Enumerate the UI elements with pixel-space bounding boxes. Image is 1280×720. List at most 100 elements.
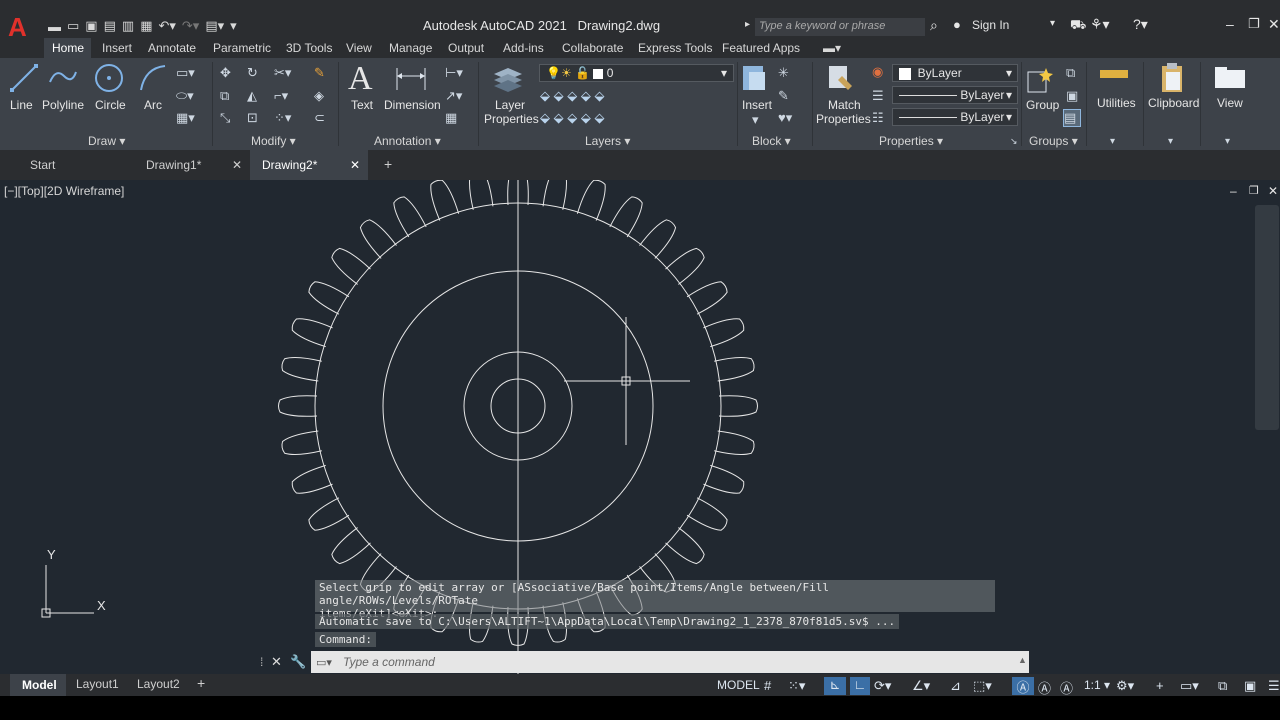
gear-tooth[interactable]	[389, 193, 427, 238]
customization-icon[interactable]: ☰	[1268, 678, 1280, 694]
gear-tooth-outline[interactable]	[305, 277, 350, 315]
layout-tab-layout1[interactable]: Layout1	[76, 677, 119, 691]
gear-tooth-outline[interactable]	[289, 464, 333, 497]
gear-tooth-outline[interactable]	[703, 464, 746, 497]
layout-tab-model[interactable]: Model	[10, 674, 66, 696]
grid-icon[interactable]: #	[764, 678, 771, 693]
hatch-icon[interactable]: ⬭▾	[176, 88, 194, 104]
insert-button[interactable]: Insert	[742, 98, 772, 112]
match-properties-button[interactable]: Match	[828, 98, 861, 112]
tab-manage[interactable]: Manage	[389, 41, 432, 55]
gear-tooth[interactable]	[665, 527, 708, 567]
text-button[interactable]: Text	[351, 98, 373, 112]
color-dropdown[interactable]: ByLayer ▾	[892, 64, 1018, 82]
annotation-panel-title[interactable]: Annotation ▾	[374, 134, 441, 148]
gear-tooth[interactable]	[686, 277, 731, 315]
close-window-icon[interactable]: ✕	[1268, 16, 1280, 33]
restore-window-icon[interactable]: ❐	[1248, 16, 1260, 32]
group-selection-icon[interactable]: ▤	[1063, 109, 1081, 127]
group-edit-icon[interactable]: ▣	[1066, 88, 1078, 104]
gear-tooth-outline[interactable]	[356, 216, 397, 259]
block-panel-title[interactable]: Block ▾	[752, 134, 791, 148]
circle-button[interactable]: Circle	[95, 98, 126, 112]
gear-tooth-outline[interactable]	[280, 430, 322, 458]
sign-in-dropdown-icon[interactable]: ▾	[1050, 18, 1055, 29]
gear-tooth[interactable]	[328, 244, 371, 285]
group-button[interactable]: Group	[1026, 98, 1059, 112]
gear-tooth-outline[interactable]	[714, 354, 755, 382]
gear-tooth-outline[interactable]	[609, 193, 647, 238]
object-snap-tracking-icon[interactable]: ∠▾	[912, 678, 930, 694]
gear-tooth-outline[interactable]	[686, 277, 731, 315]
properties-panel-title[interactable]: Properties ▾	[879, 134, 943, 148]
create-block-icon[interactable]: ✳	[778, 65, 789, 81]
gear-tooth-outline[interactable]	[305, 497, 350, 535]
linetype-dropdown[interactable]: ByLayer ▾	[892, 108, 1018, 126]
gear-tooth[interactable]	[639, 216, 679, 259]
open-file-icon[interactable]: ▭	[67, 18, 79, 34]
dimension-button[interactable]: Dimension	[384, 98, 441, 112]
circle-icon[interactable]	[93, 62, 125, 94]
workspace-switching-icon[interactable]: ⚙▾	[1116, 678, 1134, 694]
tab-view[interactable]: View	[346, 41, 372, 55]
tab-featured-apps[interactable]: Featured Apps	[722, 41, 800, 55]
gear-tooth[interactable]	[305, 497, 350, 535]
gradient-icon[interactable]: ▦▾	[176, 110, 195, 126]
gear-tooth[interactable]	[278, 395, 318, 417]
group-icon[interactable]	[1026, 64, 1056, 94]
layer-dropdown[interactable]: 💡☀ 🔓 0 ▾	[539, 64, 734, 82]
gear-tooth[interactable]	[426, 180, 460, 221]
layer-properties-label[interactable]: Properties	[484, 112, 539, 126]
sign-in-button[interactable]: Sign In	[972, 18, 1009, 32]
table-icon[interactable]: ▦	[445, 110, 457, 126]
tab-parametric[interactable]: Parametric	[213, 41, 271, 55]
layer-tools-row1-icon[interactable]: ⬙ ⬙ ⬙ ⬙ ⬙	[540, 88, 604, 104]
draw-panel-title[interactable]: Draw ▾	[88, 134, 125, 148]
gear-tooth-outline[interactable]	[714, 430, 755, 458]
clipboard-icon[interactable]	[1158, 62, 1186, 94]
view-dropdown-icon[interactable]: ▾	[1225, 136, 1230, 147]
layers-panel-title[interactable]: Layers ▾	[585, 134, 630, 148]
close-tab-icon[interactable]: ✕	[350, 158, 360, 172]
modify-panel-title[interactable]: Modify ▾	[251, 134, 296, 148]
tab-3d-tools[interactable]: 3D Tools	[286, 41, 332, 55]
close-command-line-icon[interactable]: ✕	[271, 654, 282, 670]
save-as-icon[interactable]: ▤	[104, 18, 116, 34]
tab-output[interactable]: Output	[448, 41, 484, 55]
gear-tooth-outline[interactable]	[686, 497, 731, 535]
tab-annotate[interactable]: Annotate	[148, 41, 196, 55]
lineweight-icon[interactable]: ☰	[872, 88, 884, 104]
new-layout-icon[interactable]: +	[197, 675, 205, 691]
viewport-minimize-icon[interactable]: –	[1230, 184, 1237, 198]
snap-icon[interactable]: ⁙▾	[788, 678, 805, 694]
tab-collaborate[interactable]: Collaborate	[562, 41, 623, 55]
autodesk-a360-icon[interactable]: ⚘▾	[1090, 16, 1110, 33]
gear-tooth[interactable]	[576, 180, 609, 221]
layout-tab-layout2[interactable]: Layout2	[137, 677, 180, 691]
viewport-close-icon[interactable]: ✕	[1268, 184, 1278, 198]
redo-icon[interactable]: ↷▾	[182, 18, 199, 34]
gear-tooth[interactable]	[280, 430, 322, 458]
tab-drawing2[interactable]: Drawing2* ✕	[250, 150, 368, 180]
object-snap-icon[interactable]: ⊿	[950, 678, 961, 694]
web-mobile-icon[interactable]: ▥	[122, 18, 134, 34]
insert-dropdown-icon[interactable]: ▾	[752, 112, 759, 128]
utilities-dropdown-icon[interactable]: ▾	[1110, 136, 1115, 147]
annotation-scale-dropdown[interactable]: 1:1 ▾	[1084, 678, 1110, 692]
layer-tools-row2-icon[interactable]: ⬙ ⬙ ⬙ ⬙ ⬙	[540, 110, 604, 126]
gear-tooth-outline[interactable]	[718, 395, 758, 417]
command-input[interactable]: Type a command	[311, 651, 1029, 673]
view-icon[interactable]	[1214, 66, 1246, 90]
stretch-icon[interactable]: ⤡	[220, 110, 230, 126]
gear-tooth[interactable]	[714, 430, 755, 458]
rotate-icon[interactable]: ↻	[247, 65, 258, 81]
measure-icon[interactable]	[1100, 70, 1128, 78]
help-icon[interactable]: ?▾	[1133, 16, 1148, 33]
clean-screen-icon[interactable]: ▣	[1244, 678, 1256, 694]
lineweight-display-icon[interactable]: ⬚▾	[973, 678, 992, 694]
gear-tooth[interactable]	[356, 216, 397, 259]
gear-tooth[interactable]	[718, 395, 758, 417]
isolate-objects-icon[interactable]: ⧉	[1218, 678, 1227, 694]
new-tab-icon[interactable]: +	[372, 150, 404, 180]
ungroup-icon[interactable]: ⧉	[1066, 65, 1075, 81]
